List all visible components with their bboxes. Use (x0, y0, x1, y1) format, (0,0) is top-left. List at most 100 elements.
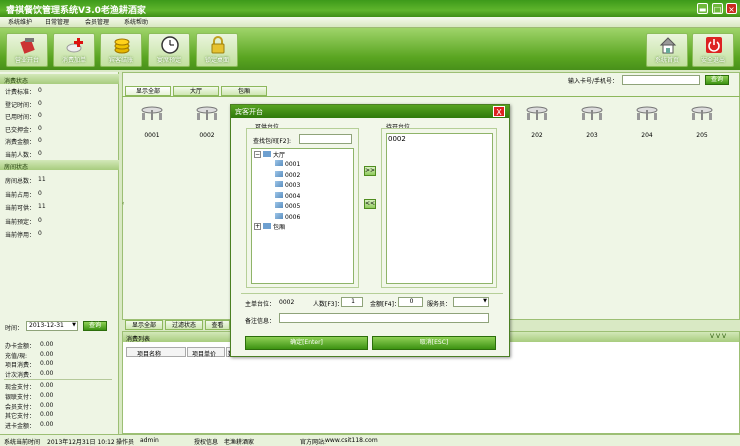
tab-hall[interactable]: 大厅 (173, 86, 219, 96)
menu-member[interactable]: 会员管理 (85, 18, 109, 27)
table-leaf-icon (275, 170, 283, 177)
folder-icon (263, 151, 271, 157)
tree-node-label: 0005 (285, 203, 301, 210)
table-icon[interactable] (525, 104, 549, 124)
find-room-input[interactable] (299, 134, 352, 144)
available-tree[interactable] (251, 148, 354, 284)
panel-splitter-handle[interactable]: ‹ (122, 200, 125, 230)
people-input[interactable]: 1 (341, 297, 363, 307)
status-operator-label: 操作员 (116, 439, 135, 446)
menu-help[interactable]: 系统帮助 (124, 18, 148, 27)
date-query-button[interactable]: 查询 (83, 321, 107, 331)
consume-status-value: 0 (38, 112, 42, 119)
status-site-link[interactable]: www.csit118.com (325, 437, 378, 444)
bottom-tab-filter[interactable]: 过滤状态 (165, 320, 203, 330)
tree-node-label: 0001 (285, 161, 301, 168)
dialog-title: 宾客开台 (235, 108, 263, 116)
card-search-input[interactable] (622, 75, 700, 85)
card-search-button[interactable]: 查询 (705, 75, 729, 85)
checkout-button[interactable]: 宾客结账 (100, 33, 142, 67)
tree-node-table[interactable]: 0001 (275, 160, 300, 168)
clock-icon (161, 36, 179, 54)
bottom-tab-show-all[interactable]: 显示全部 (125, 320, 163, 330)
consume-status-value: 0 (38, 99, 42, 107)
banquet-reserve-button[interactable]: 宴席预定 (148, 33, 190, 67)
column-unit-price[interactable]: 项目单价 (187, 347, 225, 358)
payment-label: 现金支付： (5, 384, 36, 391)
power-icon (706, 37, 722, 53)
tree-node-label: 大厅 (273, 152, 286, 159)
table-number[interactable]: 204 (632, 132, 662, 139)
column-item-name[interactable]: 项目名称 (126, 347, 186, 358)
tree-node-table[interactable]: 0005 (275, 202, 300, 210)
room-status-value: 0 (38, 230, 42, 237)
home-button[interactable]: 系统首页 (646, 33, 688, 67)
tree-node-table[interactable]: 0002 (275, 170, 300, 179)
open-table-button[interactable]: 营业开台 (6, 33, 48, 67)
payment-label: 进卡金额： (5, 423, 36, 431)
consume-status-label: 已交押金： (5, 126, 36, 134)
tree-collapse-toggle[interactable]: − (254, 151, 261, 158)
pending-item[interactable]: 0002 (388, 135, 406, 143)
table-icon[interactable] (195, 104, 219, 124)
tree-expand-toggle[interactable]: + (254, 223, 261, 230)
room-status-value: 0 (38, 189, 42, 197)
date-picker[interactable]: 2013-12-31 ▼ (26, 321, 78, 331)
maximize-button[interactable]: □ (712, 3, 723, 14)
table-icon[interactable] (635, 104, 659, 124)
tab-show-all[interactable]: 显示全部 (125, 86, 171, 96)
table-number[interactable]: 203 (577, 132, 607, 139)
main-table-value: 0002 (279, 299, 295, 306)
payment-label: 项目消费： (5, 362, 36, 369)
table-icon[interactable] (580, 104, 604, 124)
table-icon[interactable] (140, 104, 164, 124)
waiter-select[interactable]: ▼ (453, 297, 489, 307)
add-order-button[interactable]: 消费加单 (53, 33, 95, 67)
payment-value: 0.00 (40, 360, 54, 367)
room-status-value: 11 (38, 176, 46, 183)
payment-value: 0.00 (40, 382, 54, 389)
table-number[interactable]: 0002 (192, 132, 222, 139)
payment-value: 0.00 (40, 350, 54, 358)
tree-node-table[interactable]: 0004 (275, 191, 300, 200)
consume-status-header: 消费状态 (0, 74, 119, 85)
consume-status-value: 0 (38, 124, 42, 132)
bottom-tab-view[interactable]: 查看 (205, 320, 230, 330)
room-status-label: 房间总数： (5, 178, 36, 185)
room-status-header: 房间状态 (0, 160, 119, 171)
payment-value: 0.00 (40, 421, 54, 429)
tree-node-table[interactable]: 0003 (275, 181, 300, 189)
room-status-label: 当前可供： (5, 205, 36, 212)
menu-system[interactable]: 系统维护 (8, 18, 32, 27)
collapse-toggle[interactable]: V V V (710, 333, 726, 340)
table-icon[interactable] (690, 104, 714, 124)
confirm-button[interactable]: 确定[Enter] (245, 336, 368, 350)
minimize-button[interactable]: ▬ (697, 3, 708, 14)
menu-daily[interactable]: 日常管理 (45, 18, 69, 27)
close-window-button[interactable]: × (726, 3, 737, 14)
dialog-close-button[interactable]: X (493, 106, 505, 117)
table-number[interactable]: 205 (687, 132, 717, 139)
main-table-label: 主单台位： (245, 301, 276, 308)
amount-input[interactable]: 0 (398, 297, 423, 307)
table-number[interactable]: 0001 (137, 132, 167, 139)
payment-label: 计次消费： (5, 371, 36, 379)
table-leaf-icon (275, 160, 283, 166)
remove-arrow-button[interactable]: << (364, 199, 376, 209)
waiter-label: 服务员： (427, 301, 452, 308)
remark-input[interactable] (279, 313, 489, 323)
pending-list[interactable] (386, 133, 493, 284)
room-status-value: 0 (38, 216, 42, 224)
tab-box[interactable]: 包厢 (221, 86, 267, 96)
tree-node-table[interactable]: 0006 (275, 212, 300, 221)
tree-node-box[interactable]: 包厢 (263, 222, 285, 231)
payment-label: 充值/現: (5, 352, 28, 360)
add-arrow-button[interactable]: >> (364, 166, 376, 176)
room-status-value: 11 (38, 203, 46, 210)
safe-exit-button[interactable]: 安全退出 (692, 33, 734, 67)
tree-node-hall[interactable]: 大厅 (263, 150, 285, 159)
table-number[interactable]: 202 (522, 132, 552, 139)
cancel-button[interactable]: 取消[ESC] (372, 336, 496, 350)
consume-status-label: 登记时间： (5, 101, 36, 109)
lock-desktop-button[interactable]: 锁定桌面 (196, 33, 238, 67)
